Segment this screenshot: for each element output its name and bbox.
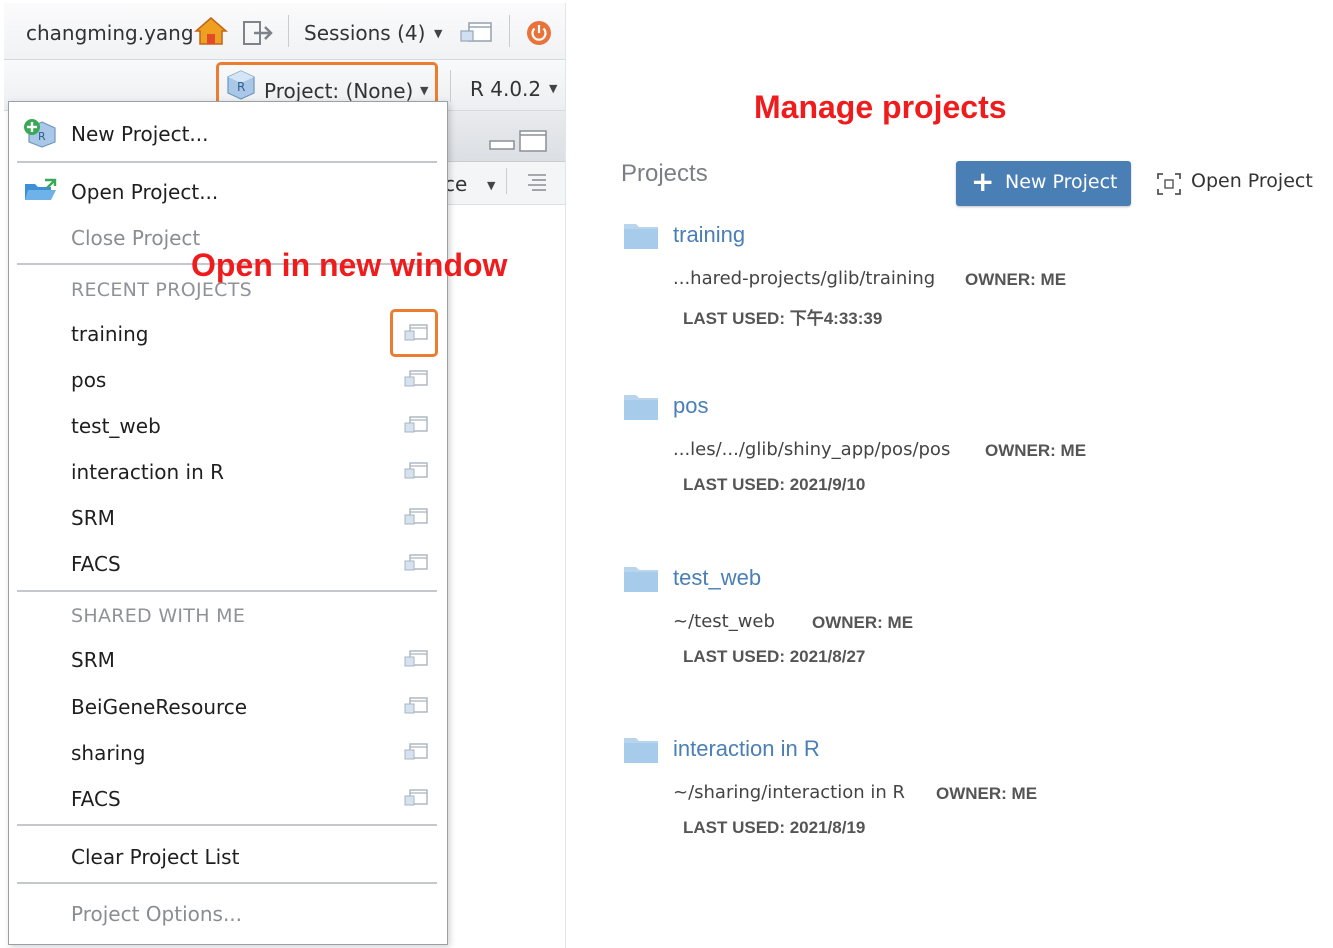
new-project-icon: R [24, 119, 56, 148]
pane-subbar: ce ▼ [444, 162, 565, 205]
new-window-icon[interactable] [403, 649, 429, 669]
project-menu: R New Project... Open Project... Close P… [8, 101, 448, 945]
shared-project-item[interactable]: SRM [9, 640, 447, 680]
r-version-dropdown-icon[interactable]: ▼ [549, 82, 557, 95]
toolbar-separator [450, 70, 451, 102]
recent-project-item[interactable]: test_web [9, 406, 447, 446]
project-owner: OWNER: ME [812, 613, 914, 632]
recent-project-label: interaction in R [71, 460, 225, 484]
menu-separator [17, 161, 437, 163]
recent-project-label: SRM [71, 506, 115, 530]
menu-open-project[interactable]: Open Project... [9, 172, 447, 212]
project-owner: OWNER: ME [965, 270, 1067, 289]
svg-text:R: R [38, 130, 46, 143]
project-path: ...les/.../glib/shiny_app/pos/pos [673, 439, 951, 460]
folder-icon [624, 567, 658, 592]
project-entry: training ...hared-projects/glib/training… [623, 220, 1313, 350]
recent-project-item[interactable]: pos [9, 360, 447, 400]
menu-clear-project-list-label: Clear Project List [71, 845, 240, 869]
username-label: changming.yang [26, 21, 194, 45]
project-path: ...hared-projects/glib/training [673, 268, 936, 289]
shared-project-label: BeiGeneResource [71, 695, 248, 719]
open-new-window-highlight [390, 309, 438, 357]
new-window-icon[interactable] [403, 696, 429, 716]
pane-separator [506, 168, 507, 194]
new-window-icon[interactable] [403, 553, 429, 573]
open-project-icon [1157, 173, 1181, 195]
sessions-dropdown-icon[interactable]: ▼ [434, 27, 442, 40]
menu-clear-project-list[interactable]: Clear Project List [9, 837, 447, 877]
recent-project-item[interactable]: training [9, 314, 447, 354]
recent-project-label: pos [71, 368, 107, 392]
pane-header [444, 111, 565, 162]
menu-project-options-label: Project Options... [71, 902, 243, 926]
recent-project-label: training [71, 322, 149, 346]
recent-project-item[interactable]: SRM [9, 498, 447, 538]
shared-project-label: FACS [71, 787, 121, 811]
new-window-icon[interactable] [403, 461, 429, 481]
new-window-icon[interactable] [403, 369, 429, 389]
open-folder-icon [25, 178, 57, 200]
power-icon[interactable] [525, 19, 553, 47]
new-window-icon[interactable] [403, 507, 429, 527]
shared-with-me-header: SHARED WITH ME [71, 605, 246, 627]
new-window-icon[interactable] [403, 742, 429, 762]
project-name-link[interactable]: pos [673, 393, 708, 419]
project-name-link[interactable]: interaction in R [673, 736, 820, 762]
project-name-link[interactable]: test_web [673, 565, 761, 591]
project-path: ~/sharing/interaction in R [673, 782, 905, 803]
align-lines-icon[interactable] [526, 172, 548, 192]
project-name-link[interactable]: training [673, 222, 745, 248]
project-entry: pos ...les/.../glib/shiny_app/pos/pos OW… [623, 391, 1313, 521]
toolbar-separator [509, 15, 510, 47]
shared-project-label: SRM [71, 648, 115, 672]
recent-project-label: test_web [71, 414, 161, 438]
project-last-used: LAST USED: 下午4:33:39 [683, 309, 883, 328]
shared-project-item[interactable]: BeiGeneResource [9, 687, 447, 727]
plus-icon: + [971, 165, 995, 198]
folder-icon [624, 395, 658, 420]
new-session-icon[interactable] [459, 21, 493, 45]
recent-project-item[interactable]: interaction in R [9, 452, 447, 492]
menu-separator [17, 824, 437, 826]
menu-new-project-label: New Project... [71, 122, 209, 146]
toolbar-separator [288, 15, 289, 47]
recent-project-item[interactable]: FACS [9, 544, 447, 584]
manage-projects-annotation: Manage projects [754, 89, 1007, 125]
project-last-used: LAST USED: 2021/9/10 [683, 475, 866, 494]
projects-title: Projects [621, 160, 708, 187]
new-window-icon[interactable] [403, 415, 429, 435]
open-project-link-label: Open Project [1191, 170, 1313, 192]
new-window-icon[interactable] [403, 788, 429, 808]
new-project-button-label: New Project [1005, 171, 1118, 193]
shared-project-label: sharing [71, 741, 146, 765]
sessions-label[interactable]: Sessions (4) [304, 21, 425, 45]
recent-project-label: FACS [71, 552, 121, 576]
project-entry: test_web ~/test_web OWNER: ME LAST USED:… [623, 563, 1313, 693]
shared-project-item[interactable]: FACS [9, 779, 447, 819]
project-path: ~/test_web [673, 611, 775, 632]
home-icon[interactable] [194, 16, 228, 46]
menu-separator [17, 590, 437, 592]
project-entry: interaction in R ~/sharing/interaction i… [623, 734, 1313, 864]
menu-open-project-label: Open Project... [71, 180, 219, 204]
r-version-selector[interactable]: R 4.0.2 [470, 77, 541, 101]
menu-close-project-label: Close Project [71, 226, 201, 250]
top-toolbar: changming.yang Sessions (4) ▼ [4, 3, 565, 60]
menu-project-options[interactable]: Project Options... [9, 894, 447, 934]
folder-icon [624, 738, 658, 763]
open-in-new-window-annotation: Open in new window [191, 247, 508, 283]
menu-separator [17, 882, 437, 884]
project-last-used: LAST USED: 2021/8/19 [683, 818, 866, 837]
pane-dropdown-icon[interactable]: ▼ [487, 179, 495, 192]
folder-icon [624, 224, 658, 249]
project-owner: OWNER: ME [985, 441, 1087, 460]
project-owner: OWNER: ME [936, 784, 1038, 803]
menu-new-project[interactable]: R New Project... [9, 114, 447, 154]
new-project-button[interactable]: + New Project [956, 161, 1131, 206]
sign-out-icon[interactable] [242, 20, 274, 46]
shared-project-item[interactable]: sharing [9, 733, 447, 773]
pane-minimize-maximize-icon[interactable] [488, 129, 550, 153]
project-last-used: LAST USED: 2021/8/27 [683, 647, 866, 666]
